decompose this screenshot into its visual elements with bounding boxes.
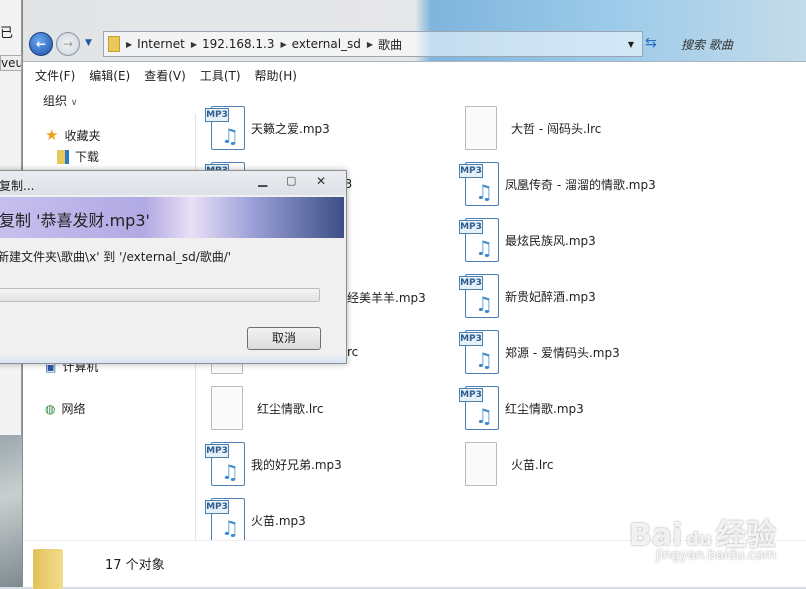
organize-button[interactable]: 组织 ∨ — [43, 94, 77, 108]
cancel-button[interactable]: 取消 — [247, 327, 321, 350]
back-button[interactable]: ← — [29, 32, 53, 56]
background-map-image — [0, 435, 22, 587]
mp3-file-icon: MP3♫ — [459, 384, 499, 432]
background-text: 已 — [0, 26, 14, 41]
folder-icon — [33, 549, 63, 589]
download-folder-icon — [57, 149, 69, 164]
menu-edit[interactable]: 编辑(E) — [89, 67, 130, 84]
item-count: 17 个对象 — [105, 558, 165, 573]
mp3-file-icon: MP3♫ — [459, 328, 499, 376]
dialog-title: 复制... — [0, 179, 35, 193]
dialog-title-bar: 复制... ▁ ▢ ✕ — [0, 171, 346, 195]
mp3-file-icon: MP3♫ — [205, 440, 245, 488]
address-dropdown-icon[interactable]: ▼ — [628, 40, 634, 49]
address-bar[interactable]: ▶ Internet ▶ 192.168.1.3 ▶ external_sd ▶ 歌曲 … — [103, 31, 643, 57]
dialog-footer — [0, 353, 346, 363]
breadcrumb-ip[interactable]: ▶ 192.168.1.3 — [191, 37, 275, 51]
maximize-button[interactable]: ▢ — [286, 174, 296, 187]
breadcrumb-external-sd[interactable]: ▶ external_sd — [281, 37, 361, 51]
nav-favorites[interactable]: ★ 收藏夹 — [45, 126, 100, 144]
network-icon: ◍ — [45, 401, 56, 416]
forward-button[interactable]: → — [56, 32, 80, 56]
copy-progress-dialog: 复制... ▁ ▢ ✕ 复制 '恭喜发财.mp3' 新建文件夹\歌曲\x' 到 … — [0, 170, 347, 364]
background-text: veu — [0, 55, 22, 71]
star-icon: ★ — [45, 126, 59, 144]
watermark-url: jingyan.baidu.com — [656, 548, 776, 563]
menu-tools[interactable]: 工具(T) — [200, 67, 241, 84]
menu-view[interactable]: 查看(V) — [144, 67, 186, 84]
file-item[interactable]: 大哲 - 闯码头.lrc — [459, 102, 601, 154]
menu-help[interactable]: 帮助(H) — [255, 67, 297, 84]
file-label: 经美羊羊.mp3 — [347, 291, 426, 305]
refresh-icon[interactable]: ⇆ — [645, 35, 657, 51]
file-item[interactable]: MP3 ♫ 红尘情歌.mp3 — [459, 382, 584, 434]
mp3-file-icon: MP3♫ — [205, 104, 245, 152]
file-item[interactable]: 红尘情歌.lrc — [205, 382, 323, 434]
file-item[interactable]: MP3 ♫ 最炫民族风.mp3 — [459, 214, 596, 266]
command-bar: 组织 ∨ — [23, 88, 806, 112]
lrc-file-icon — [465, 106, 497, 150]
menu-bar: 文件(F) 编辑(E) 查看(V) 工具(T) 帮助(H) — [23, 64, 806, 86]
folder-icon — [108, 36, 120, 52]
copy-progress-bar — [0, 288, 320, 302]
mp3-file-icon: MP3♫ — [459, 160, 499, 208]
file-item[interactable]: MP3 ♫ 天籁之爱.mp3 — [205, 102, 330, 154]
file-item[interactable]: MP3 ♫ 我的好兄弟.mp3 — [205, 438, 342, 490]
chevron-down-icon: ∨ — [70, 98, 78, 108]
breadcrumb-songs[interactable]: ▶ 歌曲 — [367, 36, 402, 53]
history-dropdown-icon[interactable]: ▼ — [85, 38, 92, 48]
dialog-heading: 复制 '恭喜发财.mp3' — [0, 211, 150, 230]
nav-network[interactable]: ◍ 网络 — [45, 400, 86, 417]
file-item[interactable]: MP3 ♫ 火苗.mp3 — [205, 494, 306, 546]
lrc-file-icon — [465, 442, 497, 486]
menu-file[interactable]: 文件(F) — [35, 67, 75, 84]
breadcrumb-internet[interactable]: ▶ Internet — [126, 37, 185, 51]
mp3-file-icon: MP3♫ — [459, 272, 499, 320]
mp3-file-icon: MP3♫ — [459, 216, 499, 264]
lrc-file-icon — [211, 386, 243, 430]
mp3-file-icon: MP3♫ — [205, 496, 245, 544]
copy-path-text: 新建文件夹\歌曲\x' 到 '/external_sd/歌曲/' — [0, 250, 232, 264]
dialog-banner: 复制 '恭喜发财.mp3' — [0, 197, 344, 238]
file-item[interactable]: MP3 ♫ 凤凰传奇 - 溜溜的情歌.mp3 — [459, 158, 656, 210]
close-button[interactable]: ✕ — [316, 174, 326, 188]
nav-downloads[interactable]: 下载 — [57, 148, 99, 165]
minimize-button[interactable]: ▁ — [258, 173, 267, 187]
file-label: rc — [347, 345, 359, 359]
file-item[interactable]: 火苗.lrc — [459, 438, 553, 490]
file-item[interactable]: MP3 ♫ 新贵妃醉酒.mp3 — [459, 270, 596, 322]
search-input[interactable]: 搜索 歌曲 — [671, 31, 806, 57]
file-item[interactable]: MP3 ♫ 郑源 - 爱情码头.mp3 — [459, 326, 620, 378]
